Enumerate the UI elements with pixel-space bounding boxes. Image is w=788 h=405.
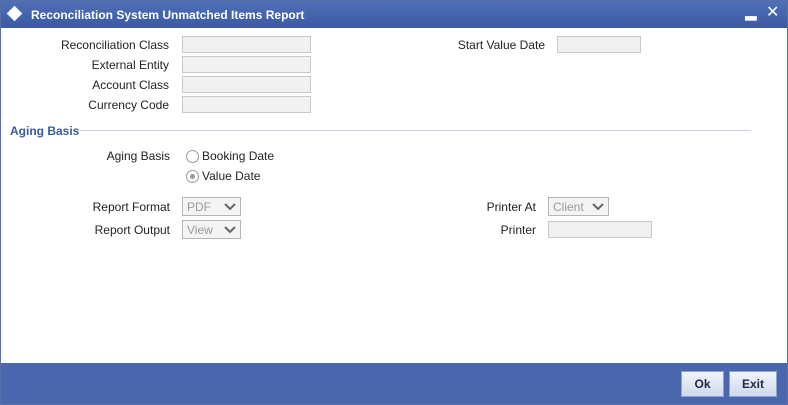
value-date-label[interactable]: Value Date <box>202 169 260 183</box>
reconciliation-class-label: Reconciliation Class <box>60 38 169 52</box>
account-class-input[interactable] <box>182 76 311 93</box>
aging-basis-section-title: Aging Basis <box>10 124 80 138</box>
aging-basis-label: Aging Basis <box>106 149 170 163</box>
printer-input[interactable] <box>548 221 652 238</box>
printer-at-value: Client <box>553 200 584 214</box>
footer-bar: Ok Exit <box>1 363 787 404</box>
report-format-value: PDF <box>187 200 211 214</box>
report-window: Reconciliation System Unmatched Items Re… <box>0 0 788 405</box>
value-date-radio[interactable] <box>186 170 199 183</box>
report-format-select[interactable]: PDF <box>182 197 241 216</box>
chevron-down-icon <box>224 203 236 211</box>
minimize-icon[interactable]: ▂ <box>745 4 757 22</box>
chevron-down-icon <box>224 226 236 234</box>
start-value-date-label: Start Value Date <box>457 38 545 52</box>
report-format-label: Report Format <box>92 200 170 214</box>
section-divider <box>79 130 751 131</box>
external-entity-label: External Entity <box>91 58 169 72</box>
external-entity-input[interactable] <box>182 56 311 73</box>
chevron-down-icon <box>592 203 604 211</box>
ok-button[interactable]: Ok <box>681 371 724 397</box>
exit-button[interactable]: Exit <box>729 371 777 397</box>
report-output-select[interactable]: View <box>182 220 241 239</box>
booking-date-radio[interactable] <box>186 150 199 163</box>
title-bar: Reconciliation System Unmatched Items Re… <box>1 1 787 28</box>
printer-at-label: Printer At <box>486 200 536 214</box>
account-class-label: Account Class <box>92 78 169 92</box>
currency-code-input[interactable] <box>182 96 311 113</box>
report-output-label: Report Output <box>94 223 170 237</box>
reconciliation-class-input[interactable] <box>182 36 311 53</box>
diamond-icon <box>6 5 23 22</box>
printer-at-select[interactable]: Client <box>548 197 609 216</box>
printer-label: Printer <box>500 223 536 237</box>
report-output-value: View <box>187 223 213 237</box>
start-value-date-input[interactable] <box>557 36 641 53</box>
window-title: Reconciliation System Unmatched Items Re… <box>31 8 305 22</box>
close-icon[interactable]: ✕ <box>766 4 779 22</box>
booking-date-label[interactable]: Booking Date <box>202 149 274 163</box>
currency-code-label: Currency Code <box>88 98 169 112</box>
